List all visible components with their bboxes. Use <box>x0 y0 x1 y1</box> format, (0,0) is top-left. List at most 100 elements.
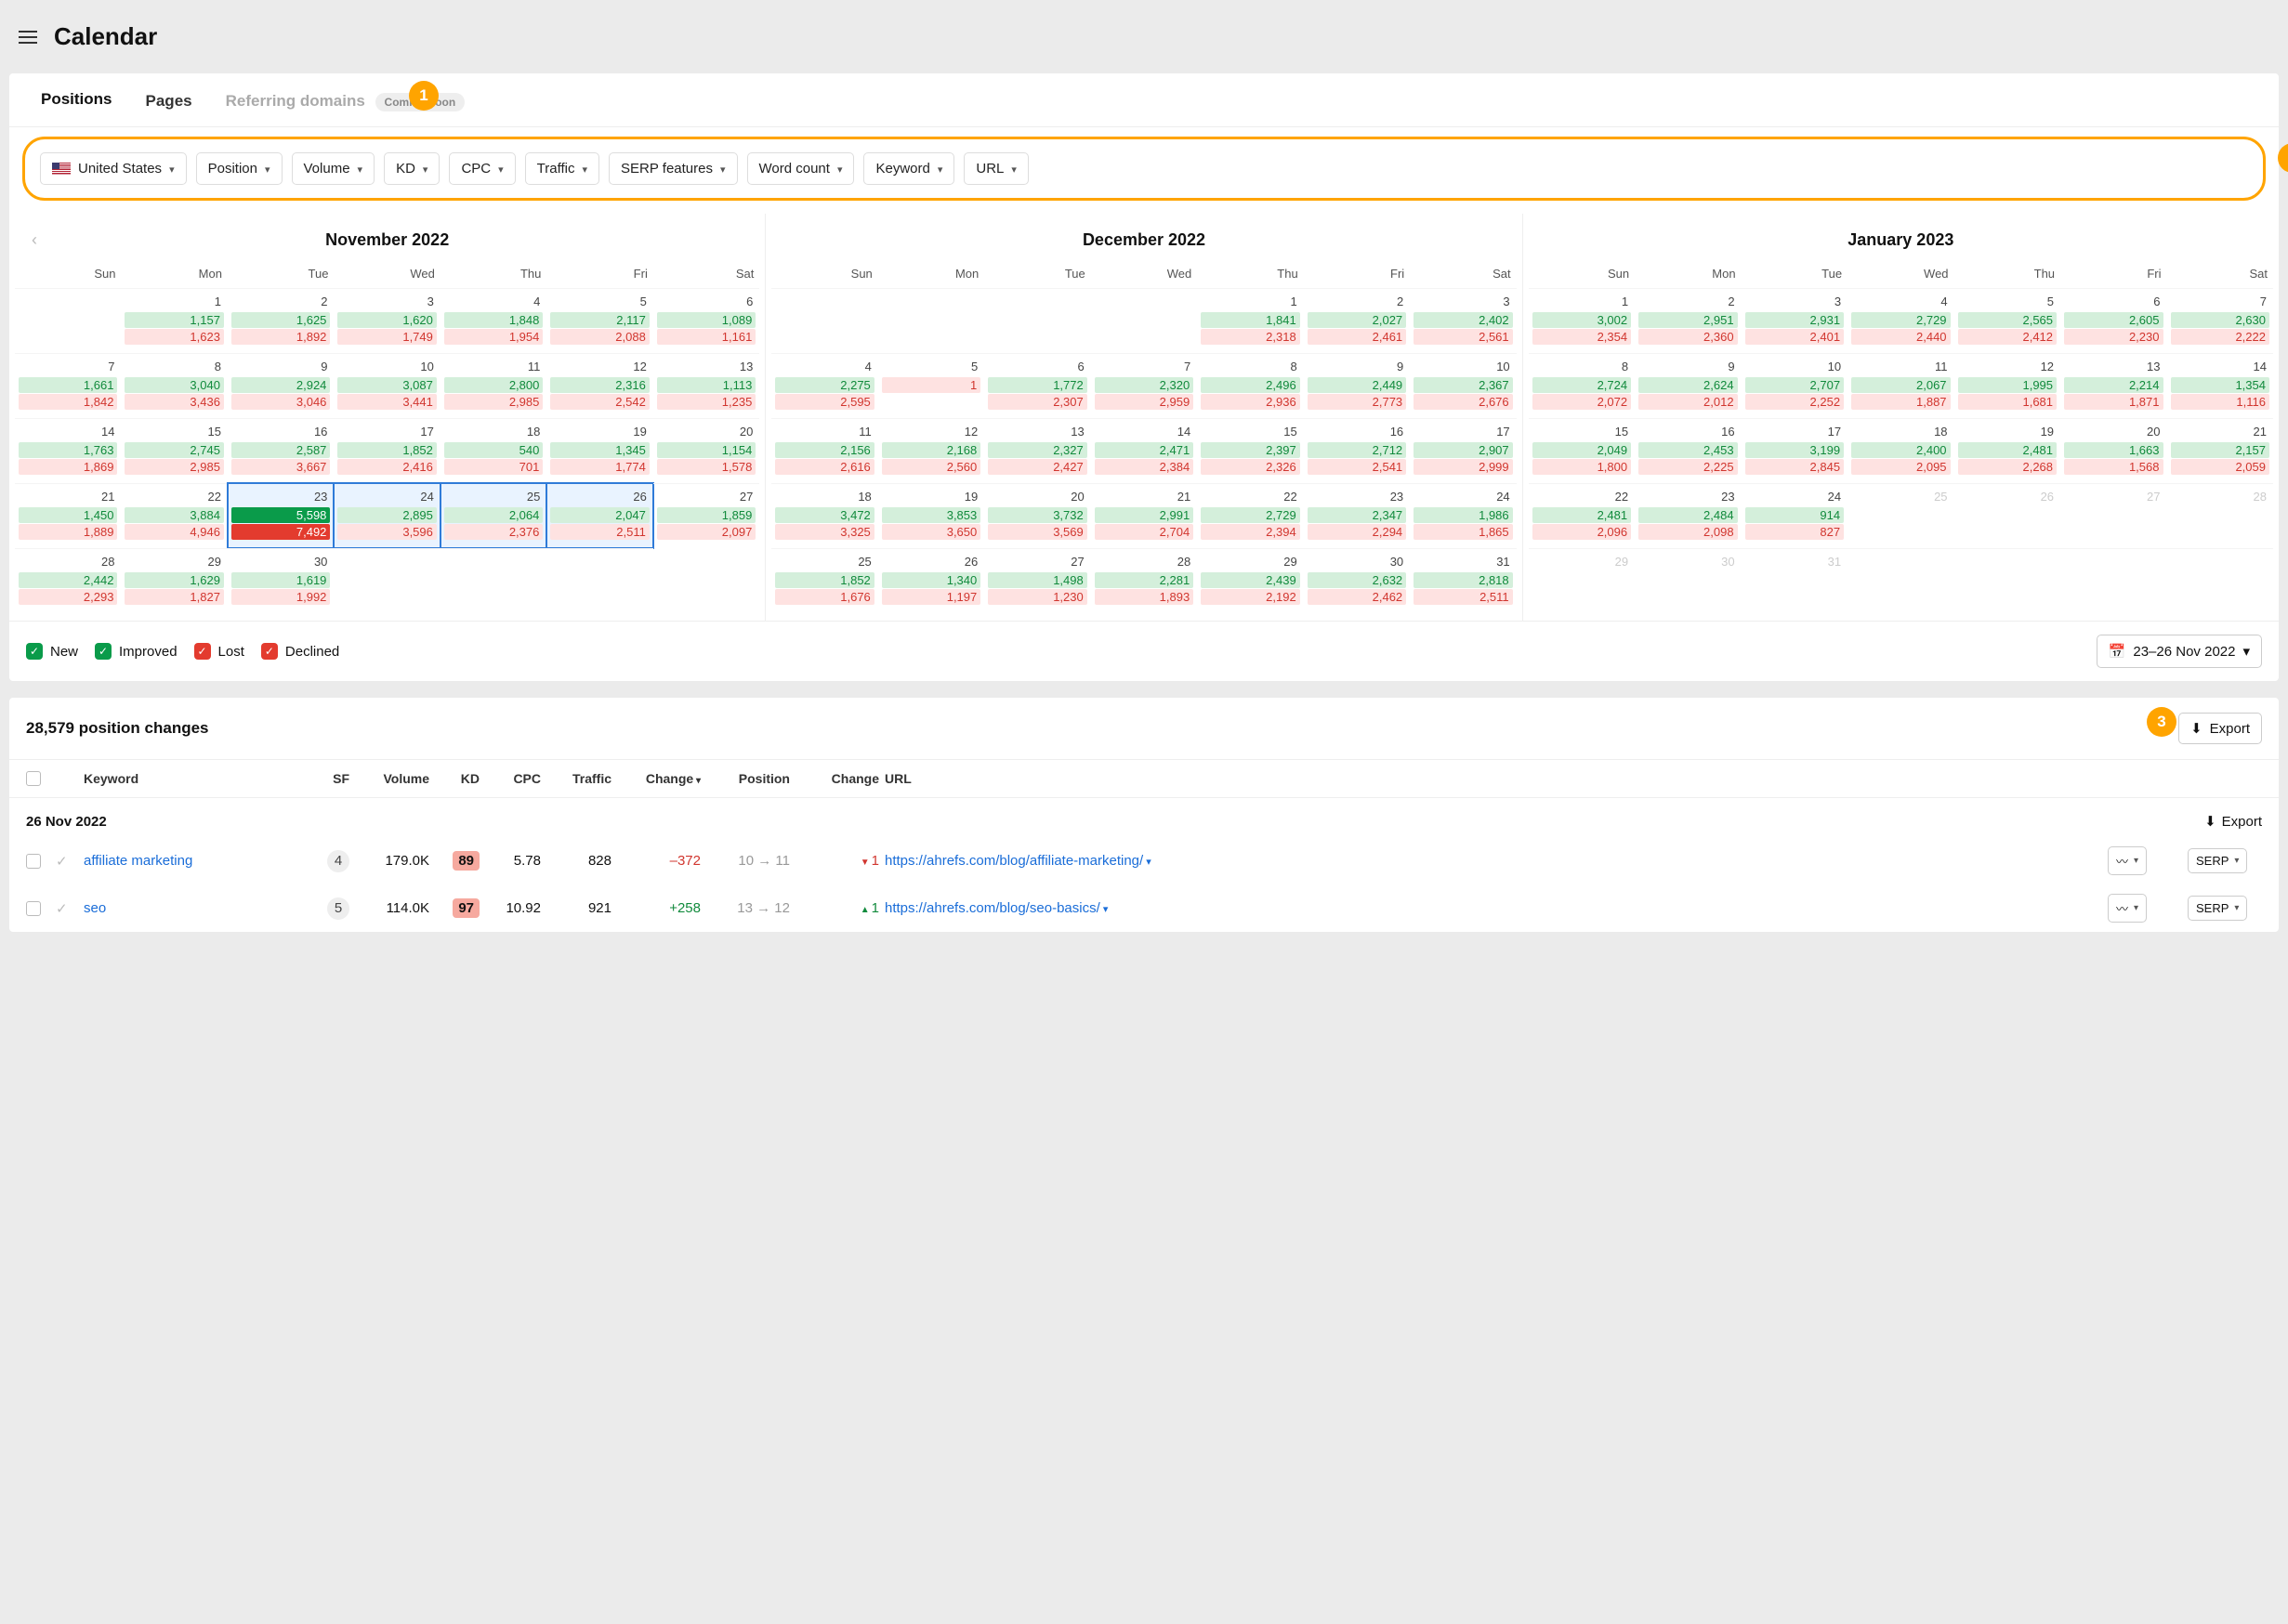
tab-positions[interactable]: Positions <box>24 73 129 126</box>
filter-kd[interactable]: KD <box>384 152 440 185</box>
calendar-day[interactable]: 252,0642,376 <box>441 483 546 548</box>
serp-button[interactable]: SERP <box>2188 896 2247 921</box>
calendar-day[interactable]: 173,1992,845 <box>1742 418 1847 483</box>
row-checkbox[interactable] <box>26 854 41 869</box>
calendar-day[interactable]: 152,0491,800 <box>1529 418 1635 483</box>
calendar-day[interactable]: 61,0891,161 <box>653 288 759 353</box>
filter-traffic[interactable]: Traffic <box>525 152 599 185</box>
calendar-day[interactable]: 92,4492,773 <box>1304 353 1410 418</box>
calendar-day[interactable]: 291,6291,827 <box>121 548 227 613</box>
export-button[interactable]: ⬇ Export <box>2178 713 2262 744</box>
keyword-link[interactable]: seo <box>84 900 297 916</box>
calendar-day[interactable]: 112,8002,985 <box>441 353 546 418</box>
calendar-day[interactable]: 193,8533,650 <box>878 483 984 548</box>
calendar-day[interactable]: 83,0403,436 <box>121 353 227 418</box>
calendar-day[interactable]: 32,9312,401 <box>1742 288 1847 353</box>
calendar-day[interactable]: 52,5652,412 <box>1954 288 2060 353</box>
calendar-day[interactable]: 162,4532,225 <box>1635 418 1741 483</box>
filter-keyword[interactable]: Keyword <box>863 152 954 185</box>
row-checkbox[interactable] <box>26 901 41 916</box>
serp-button[interactable]: SERP <box>2188 848 2247 873</box>
calendar-day[interactable]: 212,9912,704 <box>1091 483 1197 548</box>
calendar-day[interactable]: 72,6302,222 <box>2167 288 2273 353</box>
calendar-day[interactable]: 191,3451,774 <box>546 418 652 483</box>
calendar-day[interactable]: 162,7122,541 <box>1304 418 1410 483</box>
calendar-day[interactable]: 41,8481,954 <box>441 288 546 353</box>
chart-button[interactable]: 〰 <box>2108 846 2147 875</box>
calendar-day[interactable]: 223,8844,946 <box>121 483 227 548</box>
calendar-day[interactable]: 211,4501,889 <box>15 483 121 548</box>
calendar-day[interactable]: 72,3202,959 <box>1091 353 1197 418</box>
calendar-day[interactable]: 183,4723,325 <box>771 483 877 548</box>
calendar-day[interactable]: 203,7323,569 <box>984 483 1090 548</box>
calendar-day[interactable]: 301,6191,992 <box>228 548 334 613</box>
calendar-day[interactable]: 271,4981,230 <box>984 548 1090 613</box>
calendar-day[interactable]: 22,9512,360 <box>1635 288 1741 353</box>
calendar-day[interactable]: 262,0472,511 <box>546 483 652 548</box>
calendar-day[interactable]: 152,7452,985 <box>121 418 227 483</box>
calendar-day[interactable]: 282,2811,893 <box>1091 548 1197 613</box>
calendar-day[interactable]: 171,8522,416 <box>334 418 440 483</box>
calendar-day[interactable]: 282,4422,293 <box>15 548 121 613</box>
sf-badge[interactable]: 4 <box>327 850 349 872</box>
date-range-button[interactable]: 📅 23–26 Nov 2022 ▾ <box>2097 635 2262 668</box>
calendar-day[interactable]: 82,7242,072 <box>1529 353 1635 418</box>
chart-button[interactable]: 〰 <box>2108 894 2147 923</box>
calendar-day[interactable]: 142,4712,384 <box>1091 418 1197 483</box>
select-all-checkbox[interactable] <box>26 771 41 786</box>
prev-month[interactable]: ‹ <box>32 230 37 250</box>
calendar-day[interactable]: 131,1131,235 <box>653 353 759 418</box>
calendar-day[interactable]: 121,9951,681 <box>1954 353 2060 418</box>
calendar-day[interactable]: 235,5987,492 <box>228 483 334 548</box>
filter-united-states[interactable]: United States <box>40 152 187 185</box>
calendar-day[interactable]: 222,4812,096 <box>1529 483 1635 548</box>
calendar-day[interactable]: 61,7722,307 <box>984 353 1090 418</box>
calendar-day[interactable]: 103,0873,441 <box>334 353 440 418</box>
calendar-day[interactable]: 261,3401,197 <box>878 548 984 613</box>
calendar-day[interactable]: 192,4812,268 <box>1954 418 2060 483</box>
calendar-day[interactable]: 52,1172,088 <box>546 288 652 353</box>
calendar-day[interactable]: 292,4392,192 <box>1197 548 1303 613</box>
calendar-day[interactable]: 112,1562,616 <box>771 418 877 483</box>
filter-word-count[interactable]: Word count <box>747 152 855 185</box>
calendar-day[interactable]: 132,2141,871 <box>2060 353 2166 418</box>
calendar-day[interactable]: 22,0272,461 <box>1304 288 1410 353</box>
calendar-day[interactable]: 232,4842,098 <box>1635 483 1741 548</box>
calendar-day[interactable]: 62,6052,230 <box>2060 288 2166 353</box>
legend-new[interactable]: ✓New <box>26 643 78 660</box>
calendar-day[interactable]: 32,4022,561 <box>1410 288 1516 353</box>
filter-cpc[interactable]: CPC <box>449 152 515 185</box>
calendar-day[interactable]: 21,6251,892 <box>228 288 334 353</box>
calendar-day[interactable]: 11,1571,623 <box>121 288 227 353</box>
group-export[interactable]: ⬇Export <box>2204 813 2262 830</box>
filter-serp-features[interactable]: SERP features <box>609 152 737 185</box>
calendar-day[interactable]: 122,3162,542 <box>546 353 652 418</box>
calendar-day[interactable]: 201,6631,568 <box>2060 418 2166 483</box>
calendar-day[interactable]: 212,1572,059 <box>2167 418 2273 483</box>
tab-pages[interactable]: Pages <box>129 75 209 125</box>
calendar-day[interactable]: 42,2752,595 <box>771 353 877 418</box>
filter-volume[interactable]: Volume <box>292 152 375 185</box>
calendar-day[interactable]: 241,9861,865 <box>1410 483 1516 548</box>
calendar-day[interactable]: 141,3541,116 <box>2167 353 2273 418</box>
col-change[interactable]: Change <box>617 771 701 786</box>
calendar-day[interactable]: 132,3272,427 <box>984 418 1090 483</box>
calendar-day[interactable]: 222,7292,394 <box>1197 483 1303 548</box>
calendar-day[interactable]: 122,1682,560 <box>878 418 984 483</box>
calendar-day[interactable]: 31,6201,749 <box>334 288 440 353</box>
keyword-link[interactable]: affiliate marketing <box>84 853 297 869</box>
calendar-day[interactable]: 242,8953,596 <box>334 483 440 548</box>
calendar-day[interactable]: 102,3672,676 <box>1410 353 1516 418</box>
calendar-day[interactable]: 82,4962,936 <box>1197 353 1303 418</box>
legend-lost[interactable]: ✓Lost <box>194 643 244 660</box>
calendar-day[interactable]: 11,8412,318 <box>1197 288 1303 353</box>
calendar-day[interactable]: 302,6322,462 <box>1304 548 1410 613</box>
calendar-day[interactable]: 42,7292,440 <box>1847 288 1953 353</box>
calendar-day[interactable]: 92,9243,046 <box>228 353 334 418</box>
calendar-day[interactable]: 182,4002,095 <box>1847 418 1953 483</box>
sf-badge[interactable]: 5 <box>327 897 349 920</box>
legend-declined[interactable]: ✓Declined <box>261 643 339 660</box>
calendar-day[interactable]: 112,0671,887 <box>1847 353 1953 418</box>
url-link[interactable]: https://ahrefs.com/blog/affiliate-market… <box>885 853 2102 869</box>
calendar-day[interactable]: 251,8521,676 <box>771 548 877 613</box>
